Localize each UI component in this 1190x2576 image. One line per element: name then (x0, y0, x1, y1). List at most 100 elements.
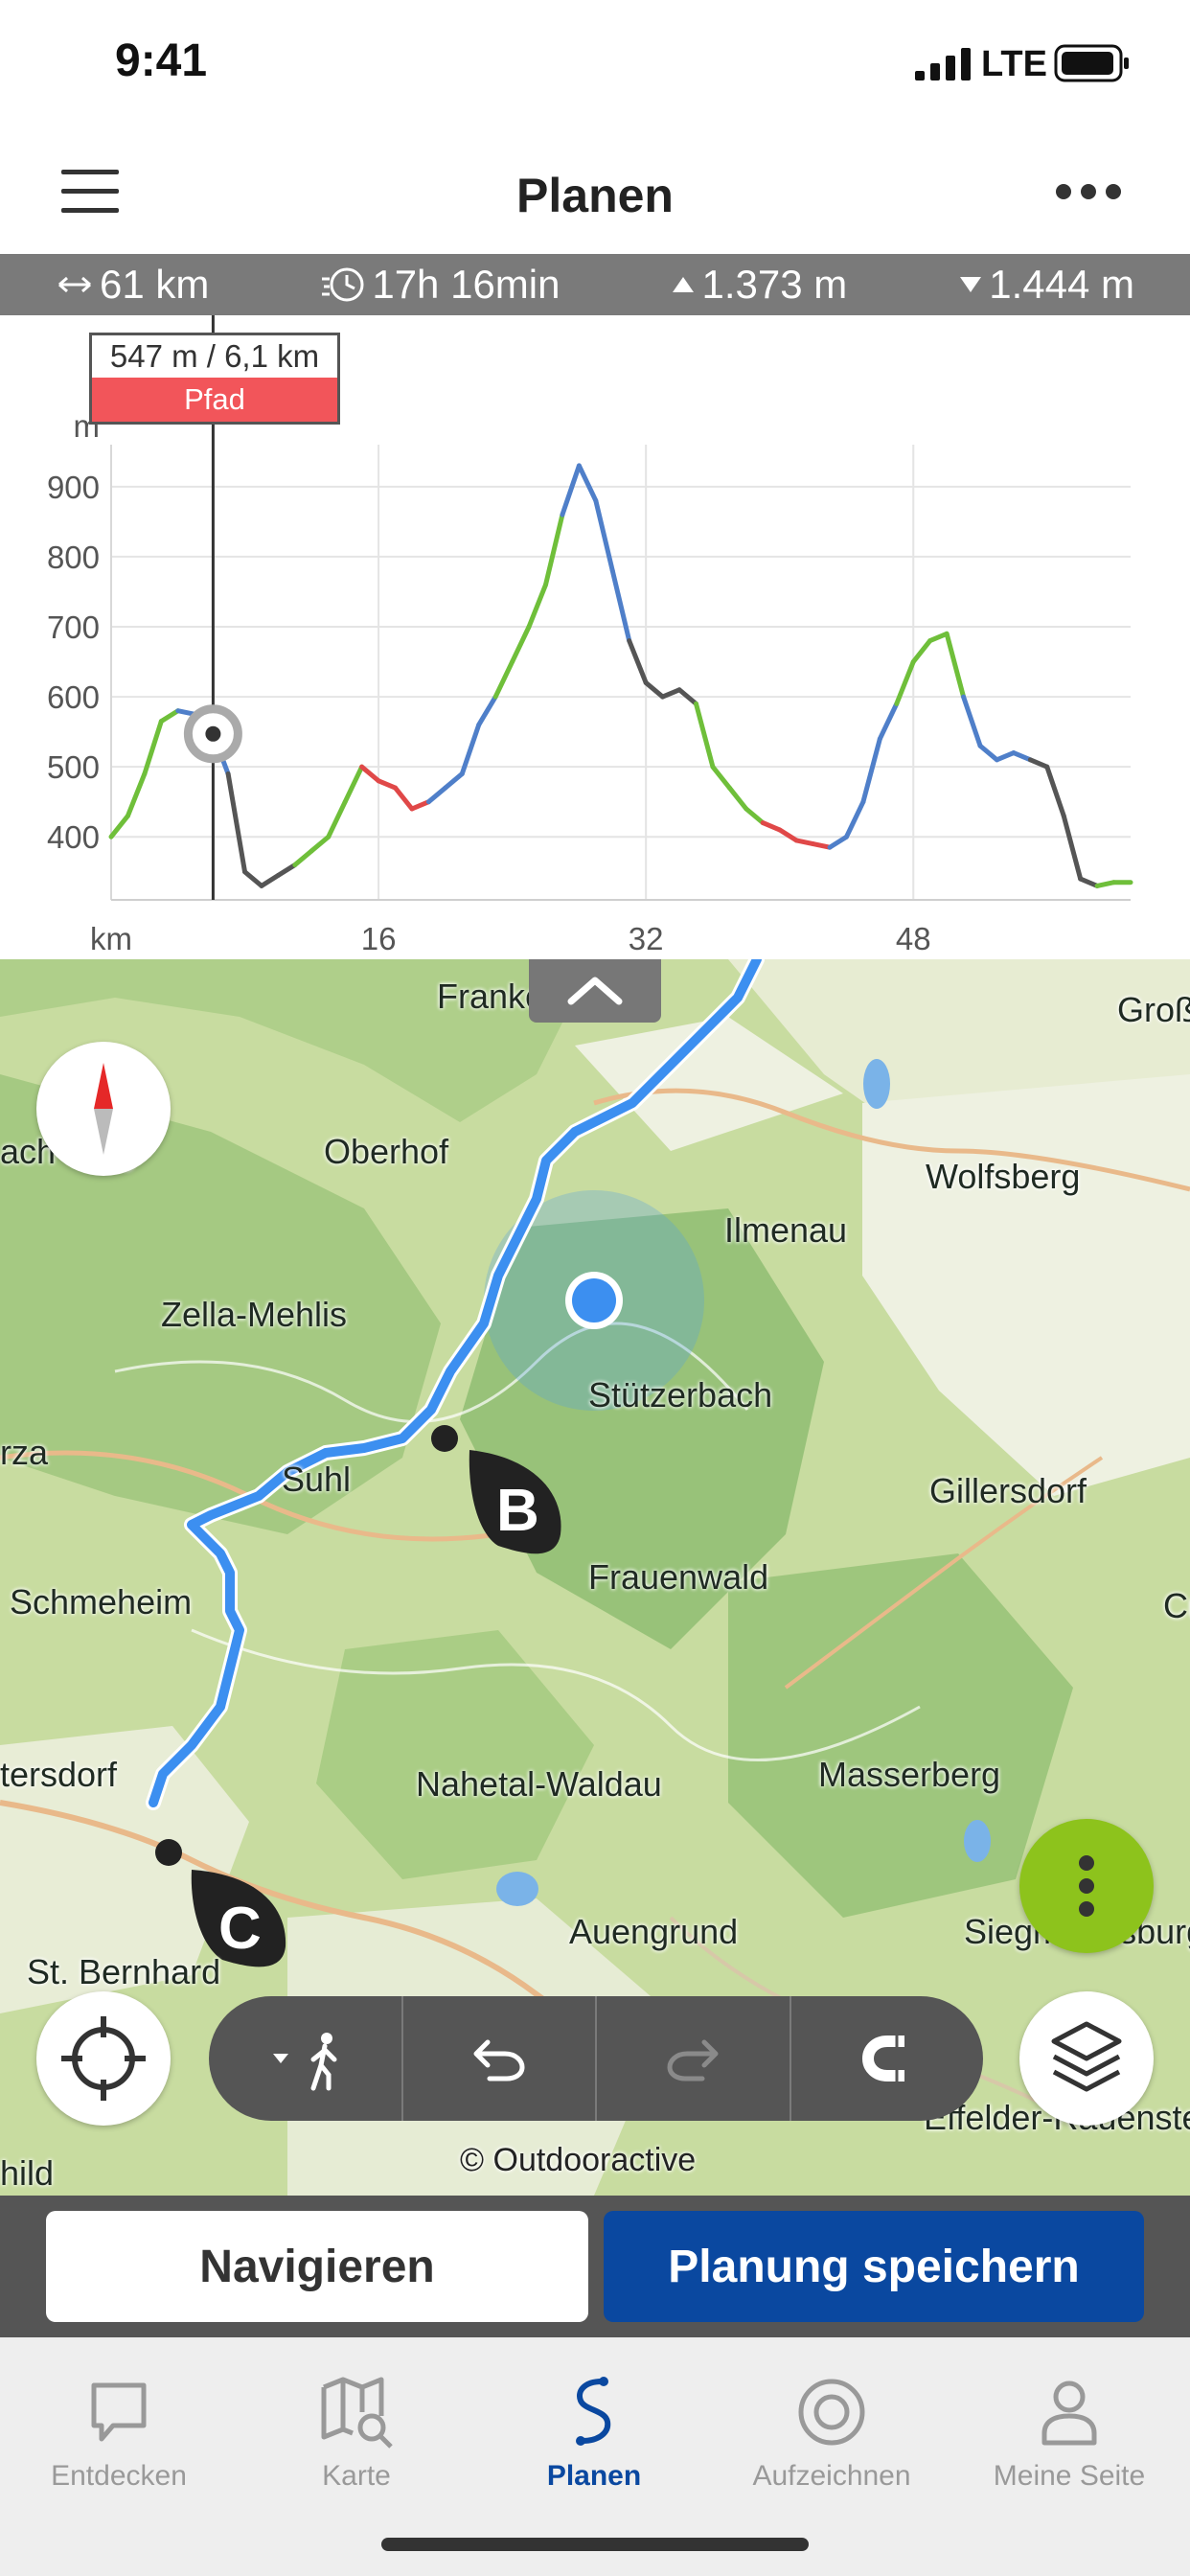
x-axis-unit: km (90, 921, 132, 956)
hiking-figure-icon (273, 2033, 337, 2091)
compass-button[interactable] (36, 1042, 171, 1176)
elevation-line-segment (627, 638, 649, 685)
redo-arrow-icon (667, 2039, 719, 2082)
home-indicator (381, 2538, 809, 2551)
elevation-line-segment (1011, 750, 1033, 763)
waypoint-b-label[interactable]: B (496, 1477, 539, 1545)
descent-stat: 1.444 m (958, 262, 1134, 308)
crosshair-icon (61, 2016, 146, 2101)
elevation-line-segment (843, 799, 866, 840)
elevation-line-segment (1044, 764, 1066, 818)
descent-value: 1.444 m (989, 262, 1134, 307)
elevation-line-segment (927, 631, 950, 644)
more-options-icon[interactable] (1050, 168, 1127, 216)
chevron-up-icon (567, 977, 623, 1005)
map-copyright[interactable]: © Outdooractive (460, 2142, 696, 2179)
record-icon (798, 2379, 865, 2446)
layers-icon (1051, 2021, 1122, 2092)
elevation-line-segment (744, 806, 766, 826)
place-suhl: Suhl (282, 1460, 352, 1499)
elevation-line-segment (393, 785, 415, 812)
place-wolfsberg: Wolfsberg (926, 1157, 1081, 1196)
duration-value: 17h 16min (372, 262, 561, 307)
elevation-line-segment (158, 708, 181, 724)
elevation-line-segment (259, 872, 281, 888)
undo-button[interactable] (403, 1996, 597, 2121)
elevation-line-segment (643, 679, 666, 700)
chart-collapse-handle[interactable] (529, 959, 661, 1023)
elevation-line-segment (944, 631, 967, 700)
elevation-line-segment (108, 813, 130, 840)
y-tick-label: 800 (47, 540, 100, 575)
elevation-line-segment (326, 799, 348, 840)
ascent-value: 1.373 m (701, 262, 848, 307)
tab-karte[interactable]: Karte (238, 2357, 475, 2500)
map-view[interactable]: Franken Großl Oberhof ach-berg Wolfsberg… (0, 959, 1190, 2196)
x-tick-label: 48 (896, 921, 931, 956)
y-tick-label: 600 (47, 679, 100, 715)
elevation-tooltip: 547 m / 6,1 km Pfad (89, 333, 340, 425)
route-s-icon (576, 2377, 611, 2446)
y-tick-label: 700 (47, 610, 100, 645)
elevation-line-segment (860, 736, 882, 805)
clock-speed-icon (322, 267, 364, 302)
map-more-options-button[interactable] (1019, 1819, 1154, 1953)
elevation-line-segment (242, 869, 264, 888)
navigate-button[interactable]: Navigieren (46, 2211, 588, 2322)
elevation-line-segment (660, 687, 682, 700)
elevation-line-segment (492, 659, 515, 700)
elevation-line-segment (125, 770, 148, 818)
action-bar: Navigieren Planung speichern (0, 2196, 1190, 2337)
snap-to-path-button[interactable] (791, 1996, 984, 2121)
elevation-line-segment (811, 841, 833, 850)
ascent-triangle-icon (673, 277, 695, 292)
elevation-line-segment (376, 778, 399, 791)
save-plan-button[interactable]: Planung speichern (604, 2211, 1144, 2322)
tab-aufzeichnen[interactable]: Aufzeichnen (713, 2357, 950, 2500)
redo-button[interactable] (597, 1996, 791, 2121)
duration-stat: 17h 16min (320, 262, 560, 308)
page-title: Planen (516, 169, 674, 222)
tab-entdecken[interactable]: Entdecken (0, 2357, 238, 2500)
undo-arrow-icon (473, 2039, 525, 2082)
elevation-line-segment (510, 624, 532, 665)
vertical-dots-icon (1079, 1855, 1094, 1917)
elevation-line-segment (1094, 880, 1117, 888)
status-bar: 9:41 LTE (0, 0, 1190, 129)
tooltip-value: 547 m / 6,1 km (109, 338, 320, 374)
x-tick-label: 32 (629, 921, 664, 956)
elevation-line-segment (609, 568, 632, 644)
place-frauenwald: Frauenwald (588, 1557, 769, 1597)
elevation-line-segment (1078, 876, 1100, 888)
elevation-line-segment (827, 834, 849, 850)
status-time: 9:41 (115, 35, 208, 86)
place-stuetzerbach: Stützerbach (588, 1375, 773, 1414)
tab-label: Meine Seite (993, 2460, 1146, 2492)
locate-me-button[interactable] (36, 1991, 171, 2126)
elevation-line-segment (560, 463, 582, 518)
place-tersdorf: tersdorf (0, 1755, 118, 1794)
waypoint-c-label[interactable]: C (218, 1895, 262, 1963)
elevation-line-segment (1027, 757, 1050, 770)
elevation-line-segment (476, 694, 498, 727)
place-schmeheim: Schmeheim (10, 1582, 193, 1622)
distance-arrows-icon (57, 276, 91, 293)
distance-value: 61 km (99, 262, 210, 307)
elevation-line-segment (961, 694, 983, 748)
map-layers-button[interactable] (1019, 1991, 1154, 2126)
elevation-line-segment (576, 463, 599, 503)
elevation-line-segment (910, 638, 933, 665)
y-tick-label: 900 (47, 470, 100, 505)
elevation-line-segment (425, 785, 448, 805)
speech-bubble-icon (91, 2382, 147, 2442)
elevation-profile-chart[interactable]: 900 800 700 600 500 400 m 16 32 48 km 547 m / 6,1 … (0, 315, 1190, 959)
tab-meine-seite[interactable]: Meine Seite (950, 2357, 1188, 2500)
elevation-line-segment (877, 701, 900, 742)
tooltip-surface-label: Pfad (92, 378, 337, 422)
place-masserberg: Masserberg (818, 1755, 1001, 1794)
magnet-icon (861, 2036, 904, 2082)
tab-planen[interactable]: Planen (475, 2357, 713, 2500)
tab-label: Entdecken (51, 2460, 187, 2492)
place-grossl: Großl (1117, 990, 1190, 1029)
activity-type-button[interactable] (209, 1996, 403, 2121)
